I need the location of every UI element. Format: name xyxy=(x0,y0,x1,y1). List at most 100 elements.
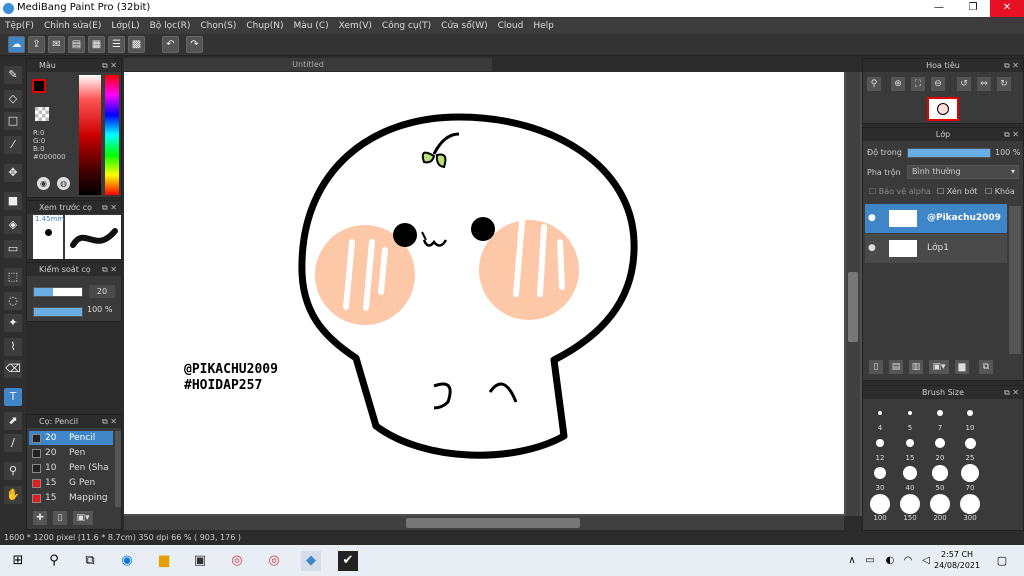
select-pen-icon[interactable]: ⌇ xyxy=(4,338,22,356)
vertical-scrollbar[interactable] xyxy=(846,72,860,516)
panel-close-icon[interactable]: ⧉ ✕ xyxy=(102,415,117,428)
blend-mode-select[interactable]: Bình thường ▾ xyxy=(907,165,1019,179)
chrome-icon[interactable]: ◎ xyxy=(227,551,247,571)
canvas-area[interactable]: @PIKACHU2009 #HOIDAP257 xyxy=(124,72,862,516)
select-eraser-icon[interactable]: ⌫ xyxy=(4,360,22,378)
battery-icon[interactable]: ▭ xyxy=(860,551,880,571)
comment-icon[interactable]: ✉ xyxy=(48,36,65,53)
brush-item-pen[interactable]: 20 Pen xyxy=(29,446,113,460)
brush-item-pen-shade[interactable]: 10 Pen (Sha xyxy=(29,461,113,475)
duplicate-layer-icon[interactable]: ⧉ xyxy=(979,360,993,374)
gradient-tool-icon[interactable]: ▭ xyxy=(4,240,22,258)
panel-close-icon[interactable]: ⧉ ✕ xyxy=(1004,59,1019,72)
saturation-bar[interactable] xyxy=(79,75,101,195)
file-explorer-icon[interactable]: ▆ xyxy=(154,551,174,571)
menu-select[interactable]: Chọn(S) xyxy=(195,21,241,31)
new-1bit-layer-icon[interactable]: ▥ xyxy=(909,360,923,374)
app-taskbar-icon[interactable]: ✔ xyxy=(338,551,358,571)
search-icon[interactable]: ⚲ xyxy=(44,551,64,571)
brush-size-option[interactable]: 15 xyxy=(897,434,923,462)
new-brush-icon[interactable]: ▯ xyxy=(53,511,67,525)
zoom-actual-icon[interactable]: ⊖ xyxy=(931,77,945,91)
brush-size-option[interactable]: 30 xyxy=(867,464,893,492)
brush-size-option[interactable]: 40 xyxy=(897,464,923,492)
foreground-color-swatch[interactable] xyxy=(32,79,46,93)
brush-list-scrollbar[interactable] xyxy=(115,431,121,507)
menu-help[interactable]: Help xyxy=(528,21,559,31)
medibang-taskbar-icon[interactable]: ◆ xyxy=(301,551,321,571)
minimize-button[interactable]: — xyxy=(922,0,956,17)
brush-item-mapping[interactable]: 15 Mapping xyxy=(29,491,113,505)
fill-rect-icon[interactable]: ■ xyxy=(4,192,22,210)
dot-tool-icon[interactable]: ⁄ xyxy=(4,136,22,154)
clock[interactable]: 2:57 CH 24/08/2021 xyxy=(934,549,980,571)
panel-close-icon[interactable]: ⧉ ✕ xyxy=(1004,128,1019,141)
grid-icon[interactable]: ▩ xyxy=(128,36,145,53)
bucket-tool-icon[interactable]: ◈ xyxy=(4,216,22,234)
chrome-profile-icon[interactable]: ◎ xyxy=(264,551,284,571)
cloud-icon[interactable]: ☁ xyxy=(8,36,25,53)
menu-filter[interactable]: Bộ lọc(R) xyxy=(145,21,196,31)
menu-view[interactable]: Xem(V) xyxy=(334,21,377,31)
folder-icon[interactable]: ▆ xyxy=(955,360,969,374)
brush-size-option[interactable]: 4 xyxy=(867,404,893,432)
brush-item-g-pen[interactable]: 15 G Pen xyxy=(29,476,113,490)
brush-size-option[interactable]: 50 xyxy=(927,464,953,492)
navigator-thumbnail[interactable] xyxy=(927,97,959,121)
undo-icon[interactable]: ↶ xyxy=(162,36,179,53)
transparent-swatch[interactable] xyxy=(35,107,49,121)
panel-close-icon[interactable]: ⧉ ✕ xyxy=(1004,386,1019,399)
lasso-tool-icon[interactable]: ◌ xyxy=(4,292,22,310)
volume-icon[interactable]: ◁ xyxy=(916,551,936,571)
visibility-icon[interactable]: ● xyxy=(868,234,876,263)
document-icon[interactable]: ▦ xyxy=(88,36,105,53)
layer-opacity-slider[interactable] xyxy=(907,148,991,158)
chat-icon[interactable]: ▤ xyxy=(68,36,85,53)
menu-edit[interactable]: Chỉnh sửa(E) xyxy=(39,21,106,31)
brush-size-option[interactable]: 7 xyxy=(927,404,953,432)
brush-size-option[interactable]: 200 xyxy=(927,494,953,522)
eraser-tool-icon[interactable]: ◇ xyxy=(4,90,22,108)
protect-alpha-checkbox[interactable]: ☐ Bảo vệ alpha xyxy=(869,187,931,196)
brush-size-option[interactable]: 70 xyxy=(957,464,983,492)
brush-size-option[interactable]: 20 xyxy=(927,434,953,462)
text-tool-icon[interactable]: T xyxy=(4,388,22,406)
zoom-out-icon[interactable]: ⚲ xyxy=(867,77,881,91)
color-settings-icon[interactable]: ◍ xyxy=(57,177,70,190)
rotate-left-icon[interactable]: ↺ xyxy=(957,77,971,91)
clipping-checkbox[interactable]: ☐ Xén bớt xyxy=(937,187,977,196)
brush-size-option[interactable]: 150 xyxy=(897,494,923,522)
horizontal-scrollbar[interactable] xyxy=(124,516,844,530)
canvas-paper[interactable]: @PIKACHU2009 #HOIDAP257 xyxy=(124,72,844,514)
share-icon[interactable]: ⇪ xyxy=(28,36,45,53)
visibility-icon[interactable]: ● xyxy=(868,204,876,233)
horizontal-scroll-thumb[interactable] xyxy=(406,518,580,528)
new-halftone-layer-icon[interactable]: ▤ xyxy=(889,360,903,374)
brush-tool-icon[interactable]: ✎ xyxy=(4,66,22,84)
panel-close-icon[interactable]: ⧉ ✕ xyxy=(102,201,117,214)
palette-icon[interactable]: ◉ xyxy=(37,177,50,190)
menu-window[interactable]: Cửa sổ(W) xyxy=(436,21,492,31)
notification-icon[interactable]: ▢ xyxy=(992,551,1012,571)
layer-item-layer1[interactable]: ● Lớp1 xyxy=(865,234,1007,263)
fit-icon[interactable]: ⛶ xyxy=(911,77,925,91)
flip-icon[interactable]: ⇔ xyxy=(977,77,991,91)
brush-size-option[interactable]: 12 xyxy=(867,434,893,462)
layer-item-pikachu[interactable]: ● @Pikachu2009 xyxy=(865,204,1007,233)
brush-size-option[interactable]: 100 xyxy=(867,494,893,522)
panel-close-icon[interactable]: ⧉ ✕ xyxy=(102,59,117,72)
brush-size-option[interactable]: 5 xyxy=(897,404,923,432)
add-layer-menu-icon[interactable]: ▣▾ xyxy=(929,360,949,374)
maximize-button[interactable]: ❐ xyxy=(956,0,990,17)
lock-checkbox[interactable]: ☐ Khóa xyxy=(985,187,1015,196)
size-value[interactable]: 20 xyxy=(89,285,115,298)
divide-tool-icon[interactable]: ∕ xyxy=(4,434,22,452)
eyedropper-icon[interactable]: ⚲ xyxy=(4,462,22,480)
hand-tool-icon[interactable]: ✋ xyxy=(4,486,22,504)
rotate-right-icon[interactable]: ↻ xyxy=(997,77,1011,91)
brush-menu-icon[interactable]: ▣▾ xyxy=(73,511,93,525)
edge-icon[interactable]: ◉ xyxy=(117,551,137,571)
brush-size-option[interactable]: 25 xyxy=(957,434,983,462)
list-icon[interactable]: ☰ xyxy=(108,36,125,53)
opacity-slider[interactable] xyxy=(33,307,83,317)
